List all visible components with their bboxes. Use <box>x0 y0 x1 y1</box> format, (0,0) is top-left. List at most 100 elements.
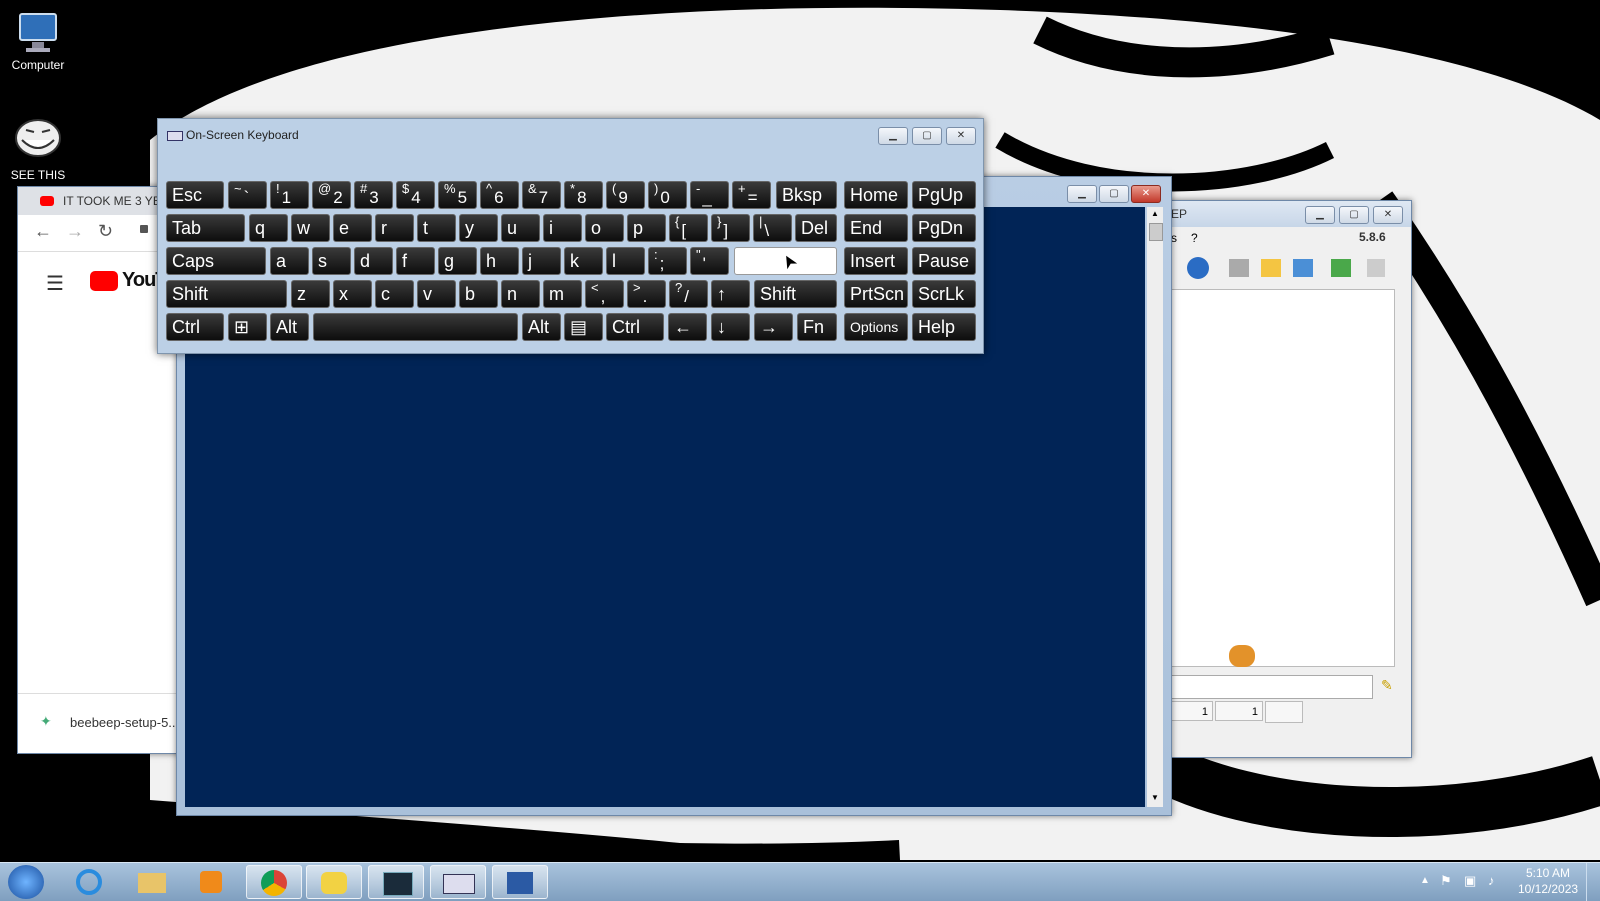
maximize-button[interactable]: ▢ <box>1339 206 1369 224</box>
key-c[interactable]: c <box>375 280 414 308</box>
file-explorer-icon[interactable] <box>124 865 180 899</box>
key-`[interactable]: ~ ` <box>228 181 267 209</box>
clock-time[interactable]: 5:10 AM <box>1526 866 1570 880</box>
key-i[interactable]: i <box>543 214 582 242</box>
chrome-icon[interactable] <box>246 865 302 899</box>
key-pgup[interactable]: PgUp <box>912 181 976 209</box>
edit-icon[interactable] <box>1261 259 1281 277</box>
minimize-button[interactable]: ▁ <box>1305 206 1335 224</box>
help-menu[interactable]: ? <box>1191 231 1198 245</box>
key-u[interactable]: u <box>501 214 540 242</box>
desktop-icon-computer[interactable]: Computer <box>0 8 76 72</box>
close-button[interactable]: ✕ <box>1131 185 1161 203</box>
key-tab[interactable]: Tab <box>166 214 245 242</box>
browser-tab-title[interactable]: IT TOOK ME 3 YEA <box>63 194 169 208</box>
beebeep-chat-input[interactable] <box>1155 675 1373 699</box>
key-space[interactable] <box>313 313 518 341</box>
key-o[interactable]: o <box>585 214 624 242</box>
show-hidden-icons-icon[interactable]: ▲ <box>1420 875 1430 886</box>
key-scrlk[interactable]: ScrLk <box>912 280 976 308</box>
maximize-button[interactable]: ▢ <box>912 127 942 145</box>
back-arrow-icon[interactable]: ← <box>34 221 52 242</box>
key-a[interactable]: a <box>270 247 309 275</box>
key-pause[interactable]: Pause <box>912 247 976 275</box>
key-pgdn[interactable]: PgDn <box>912 214 976 242</box>
key-1[interactable]: ! 1 <box>270 181 309 209</box>
key-menu[interactable]: ▤ <box>564 313 603 341</box>
key-2[interactable]: @2 <box>312 181 351 209</box>
key-6[interactable]: ^ 6 <box>480 181 519 209</box>
key-punct-1[interactable]: " ' <box>690 247 729 275</box>
key-q[interactable]: q <box>249 214 288 242</box>
users-tab[interactable]: 1 <box>1215 701 1263 721</box>
settings-icon[interactable] <box>1293 259 1313 277</box>
desktop-icon-see-this[interactable]: SEE THIS <box>0 118 76 182</box>
key-9[interactable]: (9 <box>606 181 645 209</box>
key-f[interactable]: f <box>396 247 435 275</box>
key-p[interactable]: p <box>627 214 666 242</box>
key-l[interactable]: l <box>606 247 645 275</box>
send-icon[interactable]: ✎ <box>1381 677 1393 694</box>
hamburger-menu-icon[interactable]: ☰ <box>46 271 64 296</box>
mail-icon[interactable] <box>1229 259 1249 277</box>
key-esc[interactable]: Esc <box>166 181 224 209</box>
update-icon[interactable] <box>1331 259 1351 277</box>
key-n[interactable]: n <box>501 280 540 308</box>
key-caps[interactable]: Caps <box>166 247 266 275</box>
key-bracket-2[interactable]: | \ <box>753 214 792 242</box>
maximize-button[interactable]: ▢ <box>1099 185 1129 203</box>
key-z[interactable]: z <box>291 280 330 308</box>
key-e[interactable]: e <box>333 214 372 242</box>
close-button[interactable]: ✕ <box>1373 206 1403 224</box>
key-arrow-down[interactable]: ↓ <box>711 313 750 341</box>
windows-key[interactable]: ⊞ <box>228 313 267 341</box>
powershell-icon[interactable] <box>492 865 548 899</box>
key-k[interactable]: k <box>564 247 603 275</box>
key-7[interactable]: & 7 <box>522 181 561 209</box>
chat-tab[interactable]: 1 <box>1165 701 1213 721</box>
key-shift-right[interactable]: Shift <box>754 280 837 308</box>
key-d[interactable]: d <box>354 247 393 275</box>
console-scrollbar[interactable]: ▲ ▼ <box>1147 207 1163 807</box>
key-options[interactable]: Options <box>844 313 908 341</box>
key-_[interactable]: - _ <box>690 181 729 209</box>
key-home[interactable]: Home <box>844 181 908 209</box>
key-punct-b1[interactable]: >. <box>627 280 666 308</box>
internet-explorer-icon[interactable] <box>62 865 118 899</box>
key-punct-0[interactable]: :; <box>648 247 687 275</box>
groups-tab[interactable] <box>1265 701 1303 723</box>
scroll-down-icon[interactable]: ▼ <box>1151 793 1159 802</box>
key-t[interactable]: t <box>417 214 456 242</box>
close-button[interactable]: ✕ <box>946 127 976 145</box>
key-punct-b0[interactable]: <, <box>585 280 624 308</box>
key-alt-right[interactable]: Alt <box>522 313 561 341</box>
reload-icon[interactable]: ↻ <box>98 221 113 242</box>
key-b[interactable]: b <box>459 280 498 308</box>
key-0[interactable]: ) 0 <box>648 181 687 209</box>
minimize-button[interactable]: ▁ <box>878 127 908 145</box>
key-h[interactable]: h <box>480 247 519 275</box>
key-g[interactable]: g <box>438 247 477 275</box>
volume-icon[interactable]: ♪ <box>1488 873 1495 888</box>
key-end[interactable]: End <box>844 214 908 242</box>
key-3[interactable]: #3 <box>354 181 393 209</box>
key-4[interactable]: $4 <box>396 181 435 209</box>
console-icon[interactable] <box>368 865 424 899</box>
scroll-up-icon[interactable]: ▲ <box>1151 209 1159 218</box>
beebeep-icon[interactable] <box>306 865 362 899</box>
key-help[interactable]: Help <box>912 313 976 341</box>
minimize-button[interactable]: ▁ <box>1067 185 1097 203</box>
key-fn[interactable]: Fn <box>797 313 837 341</box>
key-insert[interactable]: Insert <box>844 247 908 275</box>
show-desktop-button[interactable] <box>1586 863 1599 901</box>
key-r[interactable]: r <box>375 214 414 242</box>
key-y[interactable]: y <box>459 214 498 242</box>
action-center-icon[interactable]: ⚑ <box>1440 873 1452 889</box>
key-m[interactable]: m <box>543 280 582 308</box>
key-s[interactable]: s <box>312 247 351 275</box>
download-file-name[interactable]: beebeep-setup-5.. <box>70 715 176 730</box>
key-shift-left[interactable]: Shift <box>166 280 287 308</box>
key-v[interactable]: v <box>417 280 456 308</box>
key-alt-left[interactable]: Alt <box>270 313 309 341</box>
scroll-thumb[interactable] <box>1149 223 1163 241</box>
